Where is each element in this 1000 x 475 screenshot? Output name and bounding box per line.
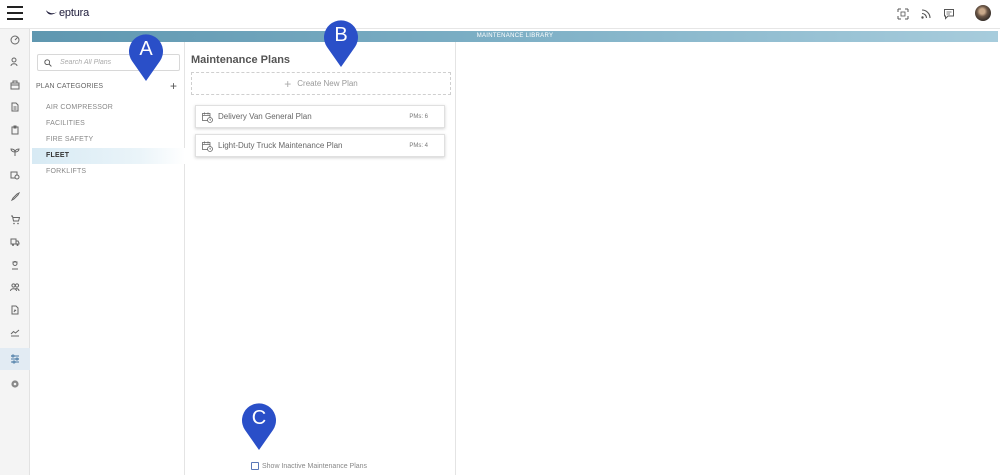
module-title-band: MAINTENANCE LIBRARY — [32, 31, 998, 42]
category-item-selected[interactable]: FLEET — [32, 148, 185, 164]
search-icon — [44, 59, 52, 67]
callout-label-c: C — [251, 407, 267, 429]
cart-icon[interactable] — [0, 209, 30, 231]
rocket-icon[interactable] — [0, 186, 30, 208]
create-new-plan-label: Create New Plan — [297, 79, 358, 88]
settings-sliders-icon[interactable] — [0, 348, 30, 370]
eptura-logo: eptura — [45, 7, 89, 19]
category-item[interactable]: FORKLIFTS — [32, 164, 185, 180]
plan-card[interactable]: Light-Duty Truck Maintenance Plan PMs: 4 — [195, 134, 445, 157]
worker-icon[interactable] — [0, 254, 30, 276]
schedule-icon[interactable] — [0, 164, 30, 186]
category-item[interactable]: AIR COMPRESSOR — [32, 100, 185, 116]
callout-label-b: B — [334, 24, 348, 46]
analytics-icon[interactable] — [0, 321, 30, 343]
hamburger-menu-icon[interactable] — [7, 6, 23, 20]
plan-pm-count: PMs: 6 — [409, 114, 428, 120]
plan-name: Delivery Van General Plan — [218, 112, 312, 121]
add-category-button[interactable]: + — [170, 80, 177, 92]
plans-title: Maintenance Plans — [191, 54, 291, 66]
left-nav-rail — [0, 29, 30, 475]
clipboard-icon[interactable] — [0, 119, 30, 141]
user-avatar[interactable] — [975, 5, 991, 21]
report-icon[interactable] — [0, 299, 30, 321]
rss-feed-icon[interactable] — [920, 8, 932, 20]
category-list: AIR COMPRESSOR FACILITIES FIRE SAFETY FL… — [32, 100, 185, 180]
gear-icon[interactable] — [0, 373, 30, 395]
chat-icon[interactable] — [943, 8, 955, 20]
show-inactive-checkbox[interactable] — [251, 462, 259, 470]
team-icon[interactable] — [0, 276, 30, 298]
calendar-clock-icon — [202, 141, 213, 152]
people-icon[interactable] — [0, 51, 30, 73]
plan-card[interactable]: Delivery Van General Plan PMs: 6 — [195, 105, 445, 128]
show-inactive-label: Show Inactive Maintenance Plans — [262, 462, 368, 470]
callout-marker-a: A — [126, 33, 166, 83]
logo-text: eptura — [59, 7, 89, 19]
category-item[interactable]: FACILITIES — [32, 116, 185, 132]
plan-categories-heading: PLAN CATEGORIES — [36, 83, 104, 90]
plan-name: Light-Duty Truck Maintenance Plan — [218, 141, 343, 150]
top-bar: eptura — [0, 0, 1000, 29]
plant-icon[interactable] — [0, 141, 30, 163]
category-item[interactable]: FIRE SAFETY — [32, 132, 185, 148]
callout-marker-c: C — [239, 402, 279, 452]
callout-marker-b: B — [321, 19, 361, 69]
inventory-icon[interactable] — [0, 74, 30, 96]
qr-code-icon[interactable] — [897, 8, 909, 20]
calendar-clock-icon — [202, 112, 213, 123]
show-inactive-toggle[interactable]: Show Inactive Maintenance Plans — [251, 462, 367, 470]
callout-label-a: A — [139, 38, 153, 60]
document-icon[interactable] — [0, 96, 30, 118]
plan-pm-count: PMs: 4 — [409, 143, 428, 149]
plus-icon: + — [284, 76, 292, 91]
truck-icon[interactable] — [0, 231, 30, 253]
create-new-plan-button[interactable]: + Create New Plan — [191, 72, 451, 95]
dashboard-icon[interactable] — [0, 29, 30, 51]
logo-mark-icon — [45, 10, 58, 15]
